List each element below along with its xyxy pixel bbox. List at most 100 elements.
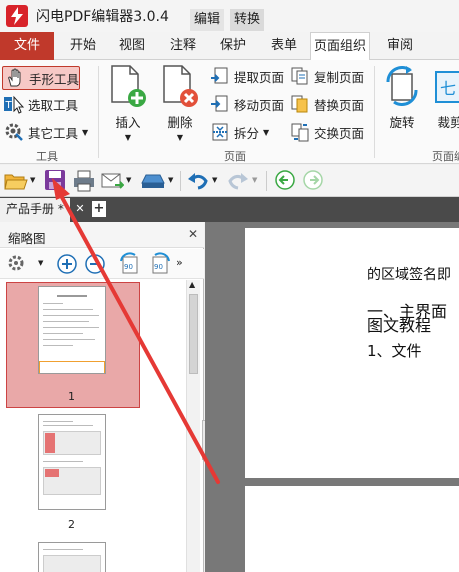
swap-page-label: 交换页面 xyxy=(314,125,365,141)
chevron-down-icon[interactable]: ▼ xyxy=(252,176,257,184)
tab-view[interactable]: 视图 xyxy=(110,32,154,60)
mode-tab-edit[interactable]: 编辑 xyxy=(190,9,225,31)
app-title: 闪电PDF编辑器3.0.4 xyxy=(36,9,169,25)
tools-group-label: 工具 xyxy=(36,150,58,163)
app-window: 闪电PDF编辑器3.0.4 编辑 转换 文件 开始 视图 注释 保护 表单 页面… xyxy=(0,0,459,572)
thumbnail-page-number: 2 xyxy=(68,518,75,531)
select-tool-button[interactable]: T 选取工具 xyxy=(4,92,78,116)
mode-tab-convert[interactable]: 转换 xyxy=(230,9,265,31)
chevron-down-icon: ▼ xyxy=(124,133,132,142)
svg-text:90: 90 xyxy=(154,263,163,271)
tab-page-organize[interactable]: 页面组织 xyxy=(310,32,370,61)
rotate-right-icon: 90 xyxy=(152,252,170,274)
document-view[interactable]: 的区域签名即 一、主界面 图文教程 1、文件 xyxy=(205,222,459,572)
arrow-left-circle-icon xyxy=(275,170,295,190)
hand-tool-label: 手形工具 xyxy=(29,71,80,87)
scan-button[interactable] xyxy=(140,169,166,193)
new-tab-button[interactable]: + xyxy=(92,201,106,217)
chevron-down-icon[interactable]: ▼ xyxy=(212,176,217,184)
split-icon xyxy=(210,122,230,142)
save-button[interactable] xyxy=(44,169,68,193)
email-icon xyxy=(101,173,125,189)
tab-form[interactable]: 表单 xyxy=(262,32,306,60)
tab-comment[interactable]: 注释 xyxy=(160,32,206,60)
previous-view-button[interactable] xyxy=(274,169,296,193)
menu-tab-bar: 文件 开始 视图 注释 保护 表单 页面组织 审阅 xyxy=(0,32,459,61)
arrow-right-circle-icon xyxy=(303,170,323,190)
ribbon-divider xyxy=(374,66,375,158)
rotate-icon xyxy=(382,64,422,108)
thumbnail-scrollbar[interactable]: ▲ xyxy=(186,280,200,572)
svg-text:T: T xyxy=(5,100,13,111)
more-options-icon[interactable]: » xyxy=(176,256,183,269)
replace-page-label: 替换页面 xyxy=(314,97,365,113)
redo-icon xyxy=(228,173,248,190)
insert-label: 插入 xyxy=(115,115,141,130)
ribbon-divider xyxy=(98,66,99,158)
thumbnail-page-2[interactable] xyxy=(38,414,106,510)
insert-page-button[interactable]: 插入 ▼ xyxy=(106,64,150,142)
crop-button[interactable]: 七 裁剪 xyxy=(430,64,459,140)
email-button[interactable] xyxy=(100,169,125,193)
tab-review[interactable]: 审阅 xyxy=(378,32,422,60)
rotate-left-icon: 90 xyxy=(120,252,138,274)
zoom-in-icon xyxy=(57,254,77,274)
page-edit-group-label: 页面编 xyxy=(432,150,459,163)
extract-page-label: 提取页面 xyxy=(234,69,285,85)
undo-button[interactable] xyxy=(186,169,210,193)
swap-page-icon xyxy=(290,122,310,142)
crop-icon: 七 xyxy=(430,64,459,108)
split-label: 拆分 xyxy=(234,125,260,141)
chevron-down-icon[interactable]: ▼ xyxy=(30,176,35,184)
menu-file[interactable]: 文件 xyxy=(0,32,54,60)
close-tab-icon[interactable]: ✕ xyxy=(73,202,87,216)
chevron-down-icon[interactable]: ▼ xyxy=(168,176,173,184)
ribbon: 手形工具 T 选取工具 其它工具 ▼ 工具 插入 ▼ 删除 ▼ 提取页面 移动页… xyxy=(0,60,459,164)
tab-protect[interactable]: 保护 xyxy=(210,32,256,60)
print-button[interactable] xyxy=(72,169,96,193)
thumbnail-list: 1 2 xyxy=(0,280,186,572)
tab-start[interactable]: 开始 xyxy=(58,32,108,60)
document-tab[interactable]: 产品手册 * xyxy=(0,198,70,222)
insert-page-icon xyxy=(108,64,148,108)
delete-page-button[interactable]: 删除 ▼ xyxy=(158,64,202,142)
replace-page-button[interactable]: 替换页面 xyxy=(290,92,364,116)
document-tab-strip: 产品手册 * ✕ + xyxy=(0,197,459,222)
hand-icon xyxy=(5,68,25,88)
text-select-icon: T xyxy=(4,94,25,114)
undo-icon xyxy=(188,173,208,190)
thumbnail-options-gear-icon xyxy=(8,255,24,271)
thumbnail-page-3[interactable] xyxy=(38,542,106,572)
chevron-down-icon[interactable]: ▼ xyxy=(126,176,131,184)
thumbnail-panel-header: 缩略图 ✕ xyxy=(0,222,204,248)
copy-page-label: 复制页面 xyxy=(314,69,365,85)
page-heading: 图文教程 xyxy=(367,316,432,335)
move-page-icon xyxy=(210,94,230,114)
toolbar-divider xyxy=(266,171,267,191)
toolbar-divider xyxy=(180,171,181,191)
open-folder-button[interactable] xyxy=(4,169,28,193)
split-button[interactable]: 拆分 ▼ xyxy=(210,120,269,144)
extract-page-button[interactable]: 提取页面 xyxy=(210,64,284,88)
thumbnail-toolbar: ▼ 90 90 » xyxy=(0,249,204,279)
gear-icon xyxy=(4,122,24,142)
page-group-label: 页面 xyxy=(224,150,246,163)
hand-tool-button[interactable]: 手形工具 xyxy=(2,66,80,90)
page-subheading: 1、文件 xyxy=(367,342,422,360)
chevron-down-icon[interactable]: ▼ xyxy=(38,259,43,267)
swap-page-button[interactable]: 交换页面 xyxy=(290,120,364,144)
next-view-button[interactable] xyxy=(302,169,324,193)
other-tools-button[interactable]: 其它工具 ▼ xyxy=(4,120,88,144)
redo-button[interactable] xyxy=(226,169,250,193)
move-page-button[interactable]: 移动页面 xyxy=(210,92,284,116)
select-tool-label: 选取工具 xyxy=(28,97,79,113)
scroll-up-icon[interactable]: ▲ xyxy=(189,280,195,289)
scrollbar-thumb[interactable] xyxy=(189,294,198,374)
document-page xyxy=(245,486,459,572)
thumbnail-page-1[interactable] xyxy=(38,286,106,374)
thumbnail-panel-title: 缩略图 xyxy=(8,231,46,246)
close-icon[interactable]: ✕ xyxy=(188,227,198,241)
rotate-button[interactable]: 旋转 xyxy=(380,64,424,140)
delete-page-icon xyxy=(160,64,200,108)
copy-page-button[interactable]: 复制页面 xyxy=(290,64,364,88)
